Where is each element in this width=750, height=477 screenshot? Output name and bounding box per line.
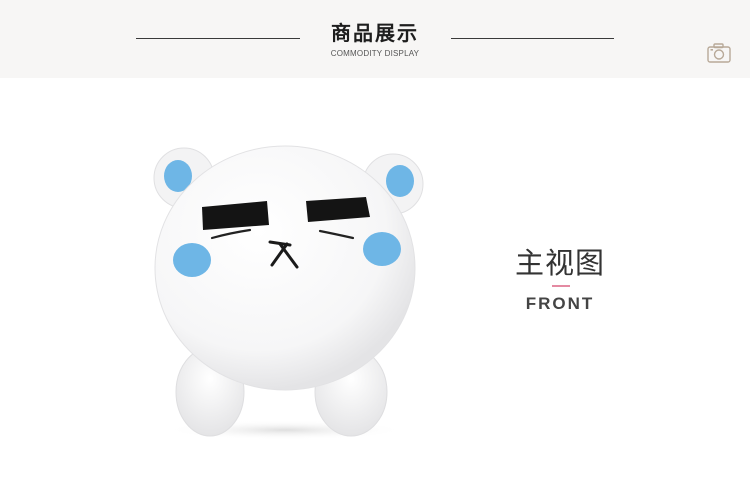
view-title: 主视图 bbox=[514, 246, 605, 280]
accent-divider bbox=[552, 285, 570, 287]
view-subtitle: FRONT bbox=[525, 294, 595, 313]
product-photo bbox=[153, 145, 424, 440]
header-divider-left bbox=[136, 38, 300, 39]
section-subtitle: COMMODITY DISPLAY bbox=[330, 49, 420, 58]
header-divider-right bbox=[451, 38, 614, 39]
section-title: 商品展示 bbox=[331, 21, 419, 45]
camera-icon[interactable] bbox=[706, 42, 732, 64]
